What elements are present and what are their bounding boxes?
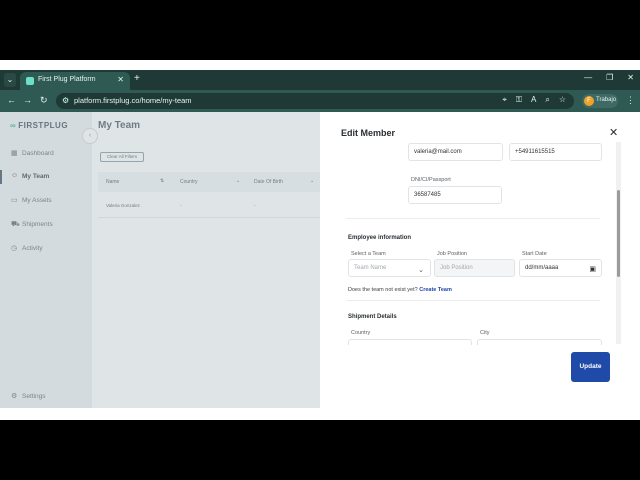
- scrollbar-thumb[interactable]: [617, 190, 620, 277]
- dni-field[interactable]: 36587485: [408, 186, 502, 204]
- location-icon[interactable]: ⌖: [502, 95, 507, 105]
- app: ∞ FIRSTPLUG ▦ Dashboard ☺ My Team ▭ My As…: [0, 112, 640, 408]
- profile-name: Trabajo: [596, 97, 617, 103]
- reload-icon[interactable]: ↻: [40, 95, 48, 106]
- no-team-hint: Does the team not exist yet? Create Team: [348, 287, 452, 293]
- address-bar-actions: ⌖ ⚿ A ⌕ ☆: [502, 95, 566, 105]
- country-label: Country: [351, 330, 371, 336]
- edit-member-drawer: Edit Member ✕ valeria@mail.com +54911615…: [320, 112, 640, 408]
- close-tab-icon[interactable]: ✕: [117, 75, 124, 84]
- job-position-input[interactable]: Job Position: [434, 259, 515, 277]
- browser-tab[interactable]: First Plug Platform ✕: [20, 72, 130, 90]
- password-key-icon[interactable]: ⚿: [516, 95, 522, 105]
- minimize-icon[interactable]: —: [584, 73, 592, 82]
- start-date-placeholder: dd/mm/aaaa: [525, 265, 559, 271]
- screen: ⌄ First Plug Platform ✕ + — ❐ ✕ ← → ↻ ⚙ …: [0, 60, 640, 420]
- tab-search-icon[interactable]: ⌄: [4, 73, 16, 87]
- team-placeholder: Team Name: [354, 265, 387, 271]
- translate-icon[interactable]: A: [531, 95, 536, 105]
- start-date-label: Start Date: [522, 251, 547, 257]
- profile-avatar: F: [584, 96, 594, 106]
- bookmark-star-icon[interactable]: ☆: [559, 95, 566, 105]
- profile-button[interactable]: F Trabajo: [582, 94, 618, 108]
- drawer-title: Edit Member: [341, 128, 396, 138]
- browser-tab-bar: ⌄ First Plug Platform ✕ + — ❐ ✕: [0, 70, 640, 90]
- new-tab-icon[interactable]: +: [134, 73, 140, 84]
- team-select[interactable]: Team Name ⌄: [348, 259, 431, 277]
- tab-title: First Plug Platform: [38, 76, 96, 83]
- job-placeholder: Job Position: [440, 265, 473, 271]
- window-controls: — ❐ ✕: [584, 73, 634, 82]
- bottom-strip: [0, 408, 640, 420]
- team-label: Select a Team: [351, 251, 386, 257]
- divider: [346, 218, 600, 219]
- url-text: platform.firstplug.co/home/my-team: [74, 96, 192, 105]
- dni-label: DNI/CI/Passport: [411, 177, 451, 183]
- site-info-icon[interactable]: ⚙: [62, 96, 69, 105]
- city-label: City: [480, 330, 490, 336]
- modal-overlay[interactable]: [0, 112, 320, 408]
- shipment-section-title: Shipment Details: [348, 314, 397, 320]
- phone-field[interactable]: +54911615515: [509, 143, 602, 161]
- forward-icon[interactable]: →: [23, 95, 32, 105]
- favicon-icon: [26, 77, 34, 85]
- maximize-icon[interactable]: ❐: [606, 73, 613, 82]
- drawer-scrollbar[interactable]: [616, 142, 621, 344]
- browser-menu-icon[interactable]: ⋮: [626, 95, 635, 106]
- city-input[interactable]: [477, 339, 602, 345]
- zoom-icon[interactable]: ⌕: [545, 95, 549, 105]
- divider: [346, 300, 600, 301]
- address-bar[interactable]: ⚙ platform.firstplug.co/home/my-team ⌖ ⚿…: [56, 93, 574, 109]
- country-select[interactable]: [348, 339, 472, 345]
- calendar-icon[interactable]: ▣: [589, 262, 596, 278]
- create-team-link[interactable]: Create Team: [419, 287, 452, 293]
- close-window-icon[interactable]: ✕: [627, 73, 634, 82]
- email-field[interactable]: valeria@mail.com: [408, 143, 503, 161]
- start-date-input[interactable]: dd/mm/aaaa ▣: [519, 259, 602, 277]
- chevron-down-icon: ⌄: [418, 267, 424, 274]
- browser-toolbar: ← → ↻ ⚙ platform.firstplug.co/home/my-te…: [0, 90, 640, 112]
- job-label: Job Position: [437, 251, 467, 257]
- update-button[interactable]: Update: [571, 352, 610, 382]
- drawer-form: valeria@mail.com +54911615515 DNI/CI/Pas…: [338, 141, 620, 345]
- close-icon[interactable]: ✕: [609, 126, 618, 139]
- employee-section-title: Employee information: [348, 235, 412, 241]
- back-icon[interactable]: ←: [7, 95, 16, 105]
